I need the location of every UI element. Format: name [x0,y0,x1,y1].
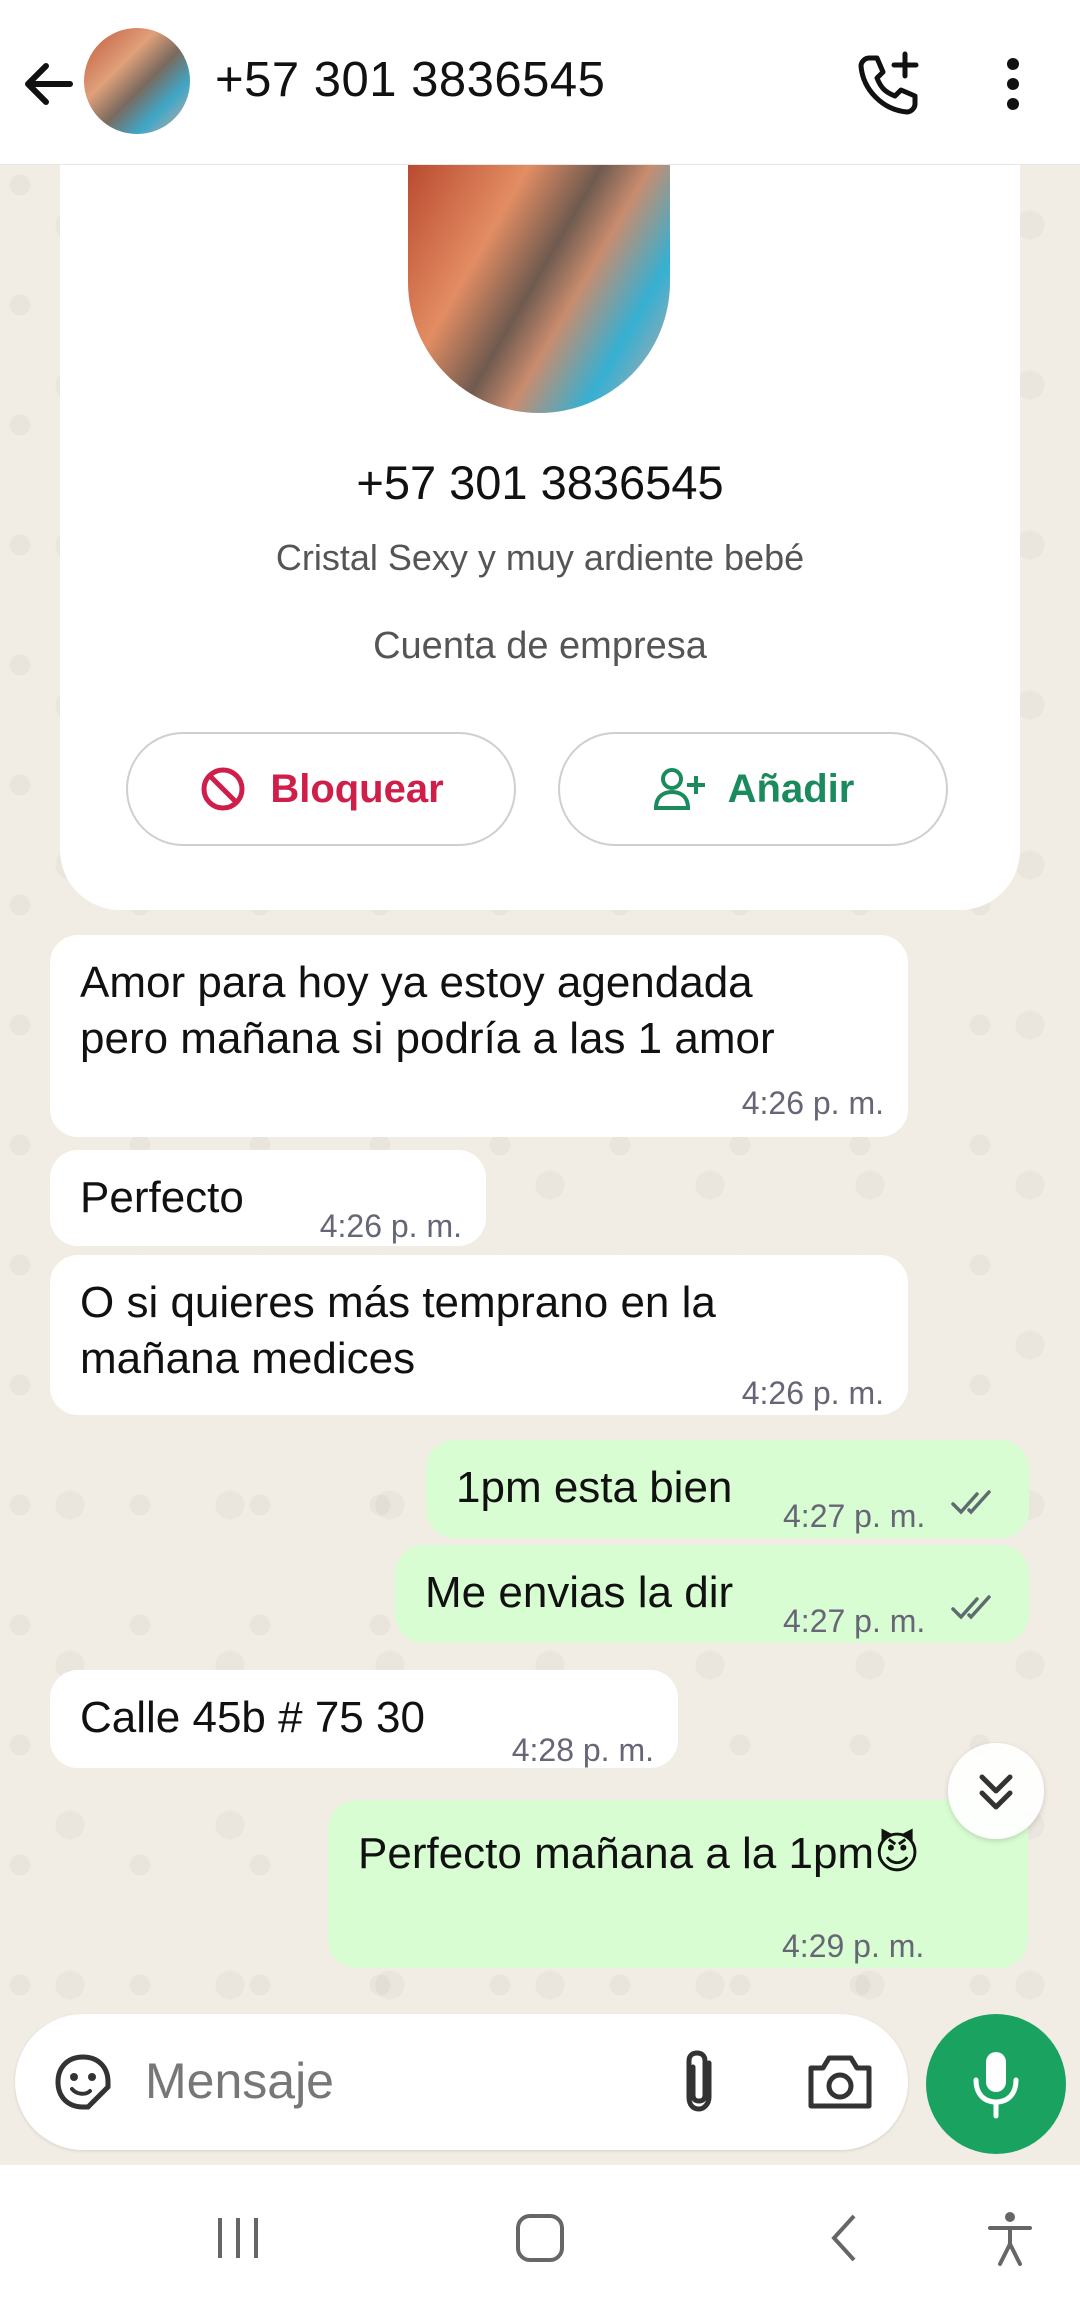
contact-info-card: +57 301 3836545 Cristal Sexy y muy ardie… [60,165,1020,910]
message-text: Me envias la dir [425,1568,734,1617]
system-navigation-bar [0,2165,1080,2311]
message-time: 4:26 p. m. [319,1208,462,1244]
contact-avatar[interactable] [84,28,190,134]
message-composer: Mensaje [15,2014,908,2150]
camera-icon[interactable] [805,2052,875,2112]
accessibility-icon[interactable] [980,2208,1040,2268]
card-account-type: Cuenta de empresa [373,625,707,667]
voice-message-button[interactable] [926,2014,1066,2154]
message-input[interactable]: Mensaje [145,2052,334,2110]
phone-plus-icon[interactable] [855,48,925,118]
home-icon[interactable] [510,2208,570,2268]
recent-apps-icon[interactable] [208,2208,268,2268]
paperclip-icon[interactable] [675,2047,725,2117]
message-bubble-outgoing[interactable]: 1pm esta bien 4:27 p. m. [426,1440,1029,1538]
message-bubble-incoming[interactable]: O si quieres más temprano en la mañana m… [50,1255,908,1415]
message-bubble-outgoing[interactable]: Perfecto mañana a la 1pm😈 4:29 p. m. [328,1800,1028,1968]
message-time: 4:29 p. m. [782,1928,925,1964]
person-add-icon [653,768,705,810]
message-time: 4:27 p. m. [783,1603,926,1639]
back-nav-icon[interactable] [816,2208,876,2268]
message-bubble-outgoing[interactable]: Me envias la dir 4:27 p. m. [395,1545,1029,1643]
message-text: Perfecto mañana a la 1pm😈 [358,1829,920,1878]
add-label: Añadir [727,766,855,811]
message-time: 4:26 p. m. [741,1085,884,1121]
microphone-icon [973,2052,1019,2119]
profile-photo[interactable] [408,165,670,413]
message-bubble-incoming[interactable]: Amor para hoy ya estoy agendada pero mañ… [50,935,908,1137]
sticker-icon[interactable] [50,2049,116,2115]
chat-area: +57 301 3836545 Cristal Sexy y muy ardie… [0,165,1080,2010]
contact-title[interactable]: +57 301 3836545 [215,52,605,108]
message-bubble-incoming[interactable]: Perfecto 4:26 p. m. [50,1150,486,1246]
message-text: 1pm esta bien [456,1463,733,1512]
block-button[interactable]: Bloquear [126,732,516,846]
message-time: 4:26 p. m. [741,1375,884,1411]
scroll-to-bottom-button[interactable] [948,1743,1044,1839]
message-text: Calle 45b # 75 30 [80,1693,425,1742]
message-text: Amor para hoy ya estoy agendada pero mañ… [80,958,775,1063]
message-text: O si quieres más temprano en la mañana m… [80,1278,716,1383]
more-vertical-icon[interactable] [995,56,1031,112]
read-ticks-icon [951,1595,991,1620]
card-name: Cristal Sexy y muy ardiente bebé [275,537,805,578]
message-time: 4:28 p. m. [511,1732,654,1768]
double-chevron-down-icon [979,1774,1013,1810]
read-ticks-icon [951,1490,991,1515]
card-phone: +57 301 3836545 [356,456,724,509]
block-icon [201,767,245,811]
chat-header: +57 301 3836545 [0,0,1080,165]
message-bubble-incoming[interactable]: Calle 45b # 75 30 4:28 p. m. [50,1670,678,1768]
add-contact-button[interactable]: Añadir [558,732,948,846]
message-time: 4:27 p. m. [783,1498,926,1534]
block-label: Bloquear [270,766,444,811]
arrow-left-icon[interactable] [18,54,78,114]
message-text: Perfecto [80,1173,244,1222]
